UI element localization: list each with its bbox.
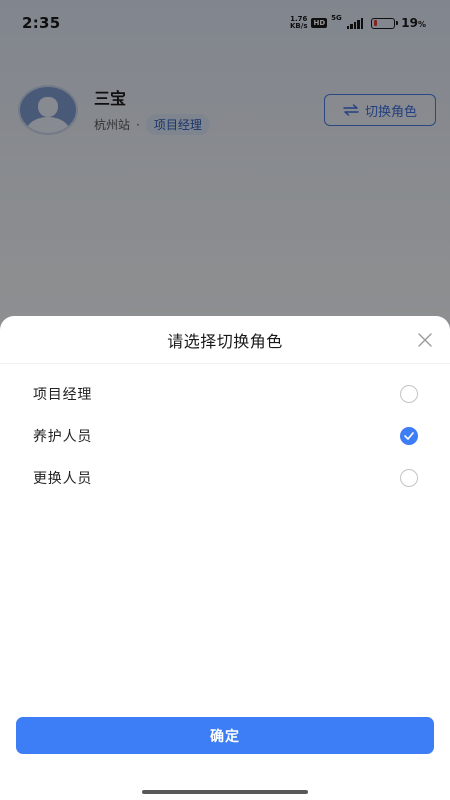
sheet-header: 请选择切换角色 <box>0 316 450 364</box>
role-option-label: 养护人员 <box>33 429 93 445</box>
close-icon[interactable] <box>416 331 434 349</box>
radio-button[interactable] <box>400 427 418 445</box>
home-indicator <box>142 790 308 794</box>
radio-button[interactable] <box>400 385 418 403</box>
role-option[interactable]: 更换人员 <box>0 457 450 499</box>
role-option-label: 项目经理 <box>33 387 93 403</box>
sheet-title: 请选择切换角色 <box>167 331 283 351</box>
role-option[interactable]: 养护人员 <box>0 415 450 457</box>
confirm-button[interactable]: 确定 <box>16 717 434 754</box>
role-option[interactable]: 项目经理 <box>0 373 450 415</box>
radio-button[interactable] <box>400 469 418 487</box>
role-option-label: 更换人员 <box>33 471 93 487</box>
role-select-sheet: 请选择切换角色 项目经理 养护人员 更换人员 确定 <box>0 316 450 800</box>
check-icon <box>404 432 414 440</box>
role-option-list: 项目经理 养护人员 更换人员 <box>0 364 450 499</box>
